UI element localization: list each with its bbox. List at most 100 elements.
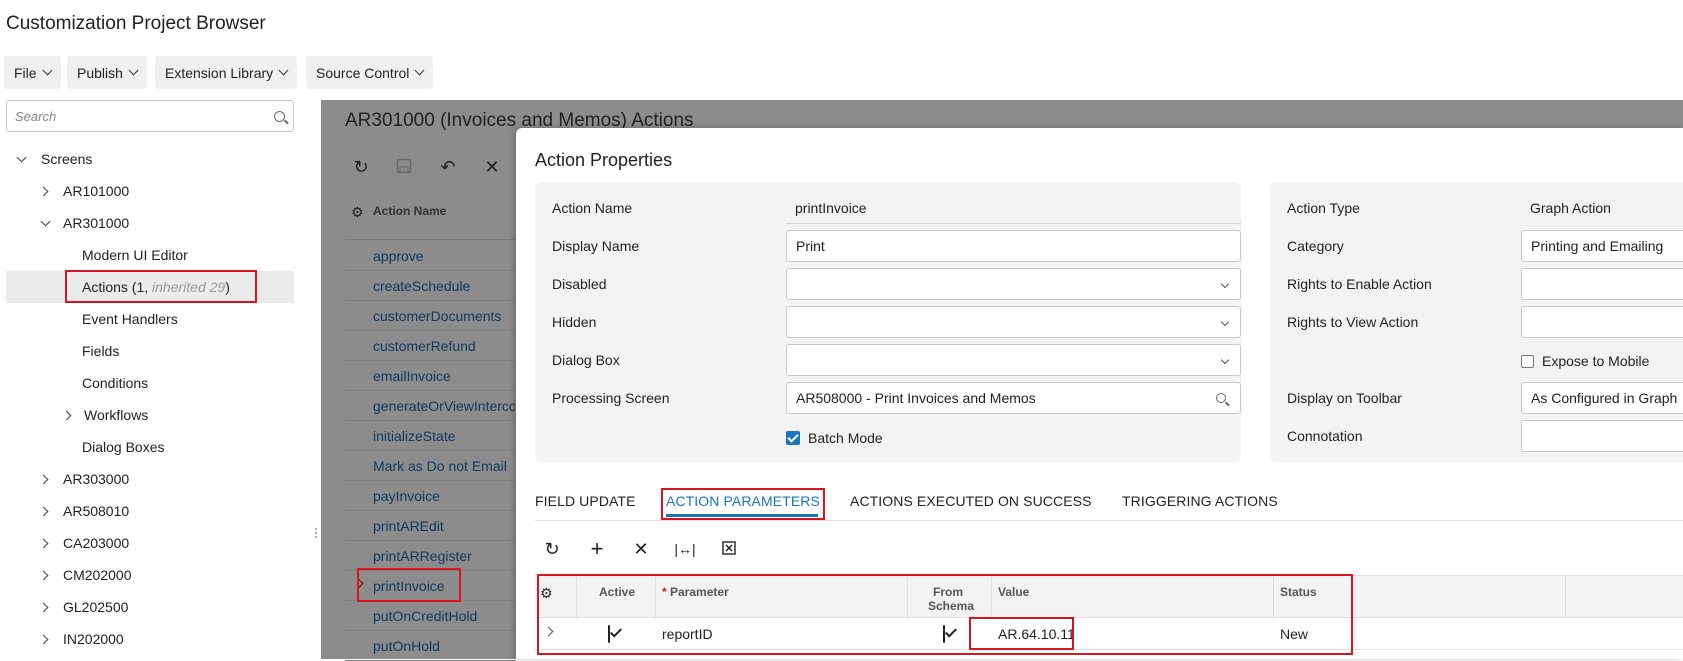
tree-item-fields[interactable]: Fields bbox=[6, 335, 294, 367]
action-row[interactable]: putOnCreditHold bbox=[345, 601, 515, 631]
tree-item-cm202000[interactable]: CM202000 bbox=[6, 559, 294, 591]
chevron-down-icon bbox=[414, 65, 425, 76]
chevron-right-icon[interactable] bbox=[38, 634, 49, 644]
tree-item-ar303000[interactable]: AR303000 bbox=[6, 463, 294, 495]
display-toolbar-dropdown[interactable]: As Configured in Graph bbox=[1521, 382, 1683, 414]
highlight-box bbox=[65, 270, 257, 303]
checkbox-unchecked-icon[interactable] bbox=[1521, 354, 1534, 368]
chevron-down-icon[interactable] bbox=[1220, 317, 1230, 327]
tree-item-event-handlers[interactable]: Event Handlers bbox=[6, 303, 294, 335]
dialog-box-dropdown[interactable] bbox=[786, 344, 1241, 376]
action-row[interactable]: payInvoice bbox=[345, 481, 515, 511]
rights-view-dropdown[interactable] bbox=[1521, 306, 1683, 338]
display-toolbar-label: Display on Toolbar bbox=[1287, 390, 1402, 406]
chevron-right-icon[interactable] bbox=[38, 474, 49, 484]
tree-item-gl202500[interactable]: GL202500 bbox=[6, 591, 294, 623]
tab-actions-executed[interactable]: ACTIONS EXECUTED ON SUCCESS bbox=[850, 493, 1092, 509]
sidebar-search[interactable] bbox=[6, 100, 294, 132]
processing-screen-input[interactable]: AR508000 - Print Invoices and Memos bbox=[786, 382, 1241, 414]
tree-item-screens[interactable]: Screens bbox=[6, 143, 294, 175]
rights-enable-dropdown[interactable] bbox=[1521, 268, 1683, 300]
tree-item-label: AR301000 bbox=[63, 215, 130, 231]
rights-enable-label: Rights to Enable Action bbox=[1287, 276, 1432, 292]
publish-menu-button[interactable]: Publish bbox=[67, 56, 147, 89]
add-row-icon[interactable]: + bbox=[586, 538, 608, 560]
right-properties-card: Action Type Graph Action Category Printi… bbox=[1270, 182, 1683, 462]
disabled-dropdown[interactable] bbox=[786, 268, 1241, 300]
chevron-down-icon[interactable] bbox=[16, 152, 27, 162]
batch-mode-checkbox[interactable]: Batch Mode bbox=[786, 430, 883, 446]
action-type-label: Action Type bbox=[1287, 200, 1360, 216]
category-dropdown[interactable]: Printing and Emailing bbox=[1521, 230, 1683, 262]
action-row[interactable]: createSchedule bbox=[345, 271, 515, 301]
rights-view-label: Rights to View Action bbox=[1287, 314, 1419, 330]
action-row[interactable]: Mark as Do not Email bbox=[345, 451, 515, 481]
expose-mobile-checkbox[interactable]: Expose to Mobile bbox=[1521, 353, 1649, 369]
category-label: Category bbox=[1287, 238, 1344, 254]
expose-mobile-label: Expose to Mobile bbox=[1542, 353, 1650, 369]
chevron-right-icon[interactable] bbox=[38, 602, 49, 612]
action-row[interactable]: printAREdit bbox=[345, 511, 515, 541]
tree-item-modern-ui-editor[interactable]: Modern UI Editor bbox=[6, 239, 294, 271]
tree-item-ar101000[interactable]: AR101000 bbox=[6, 175, 294, 207]
action-properties-dialog: Action Properties Action Name printInvoi… bbox=[516, 128, 1683, 659]
chevron-down-icon[interactable] bbox=[1220, 279, 1230, 289]
search-icon[interactable] bbox=[274, 110, 285, 122]
tab-triggering-actions[interactable]: TRIGGERING ACTIONS bbox=[1122, 493, 1278, 509]
tree-item-in202000[interactable]: IN202000 bbox=[6, 623, 294, 655]
action-name-label: Action Name bbox=[552, 200, 633, 216]
chevron-down-icon[interactable] bbox=[1220, 355, 1230, 365]
extension-library-menu-label: Extension Library bbox=[165, 64, 274, 81]
source-control-menu-button[interactable]: Source Control bbox=[306, 56, 434, 89]
undo-icon[interactable]: ↶ bbox=[439, 158, 457, 176]
save-icon bbox=[395, 158, 413, 176]
display-toolbar-value: As Configured in Graph bbox=[1531, 390, 1678, 406]
action-row[interactable]: emailInvoice bbox=[345, 361, 515, 391]
search-icon[interactable] bbox=[1216, 393, 1226, 403]
action-row[interactable]: generateOrViewIntercompany bbox=[345, 391, 515, 421]
tree-item-dialog-boxes[interactable]: Dialog Boxes bbox=[6, 431, 294, 463]
export-excel-icon[interactable] bbox=[718, 538, 740, 560]
hidden-dropdown[interactable] bbox=[786, 306, 1241, 338]
chevron-down-icon bbox=[278, 65, 289, 76]
tree-item-label: Screens bbox=[41, 151, 93, 167]
tree-item-label: Event Handlers bbox=[82, 311, 178, 327]
refresh-icon[interactable]: ↻ bbox=[541, 538, 563, 560]
refresh-icon[interactable]: ↻ bbox=[352, 158, 370, 176]
chevron-right-icon[interactable] bbox=[38, 570, 49, 580]
gear-icon[interactable]: ⚙ bbox=[351, 204, 364, 221]
chevron-down-icon[interactable] bbox=[40, 216, 51, 226]
delete-row-icon[interactable]: ✕ bbox=[630, 538, 652, 560]
chevron-right-icon[interactable] bbox=[38, 186, 49, 196]
file-menu-button[interactable]: File bbox=[4, 56, 61, 89]
action-row[interactable]: approve bbox=[345, 241, 515, 271]
connotation-dropdown[interactable] bbox=[1521, 420, 1683, 452]
tree-item-ca203000[interactable]: CA203000 bbox=[6, 527, 294, 559]
chevron-down-icon bbox=[42, 65, 53, 76]
highlight-box bbox=[537, 574, 1353, 655]
search-input[interactable] bbox=[15, 108, 274, 124]
panel-splitter[interactable] bbox=[314, 100, 320, 659]
extension-library-menu-button[interactable]: Extension Library bbox=[155, 56, 298, 89]
tree-item-ar301000[interactable]: AR301000 bbox=[6, 207, 294, 239]
tree-item-label: AR508010 bbox=[63, 503, 130, 519]
action-row[interactable]: putOnHold bbox=[345, 631, 515, 661]
source-control-menu-label: Source Control bbox=[316, 64, 410, 81]
connotation-label: Connotation bbox=[1287, 428, 1363, 444]
chevron-right-icon[interactable] bbox=[38, 506, 49, 516]
action-row[interactable]: initializeState bbox=[345, 421, 515, 451]
fit-width-icon[interactable]: |↔| bbox=[674, 538, 696, 560]
checkbox-checked-icon[interactable] bbox=[786, 431, 800, 445]
display-name-input[interactable]: Print bbox=[786, 230, 1241, 262]
tree-item-ar508010[interactable]: AR508010 bbox=[6, 495, 294, 527]
dialog-title: Action Properties bbox=[535, 150, 673, 170]
tab-field-update[interactable]: FIELD UPDATE bbox=[535, 493, 636, 509]
action-row[interactable]: printARRegister bbox=[345, 541, 515, 571]
tree-item-conditions[interactable]: Conditions bbox=[6, 367, 294, 399]
chevron-right-icon[interactable] bbox=[38, 538, 49, 548]
chevron-right-icon[interactable] bbox=[61, 410, 72, 420]
delete-icon[interactable]: ✕ bbox=[483, 158, 501, 176]
action-row[interactable]: customerDocuments bbox=[345, 301, 515, 331]
action-row[interactable]: customerRefund bbox=[345, 331, 515, 361]
tree-item-workflows[interactable]: Workflows bbox=[6, 399, 294, 431]
